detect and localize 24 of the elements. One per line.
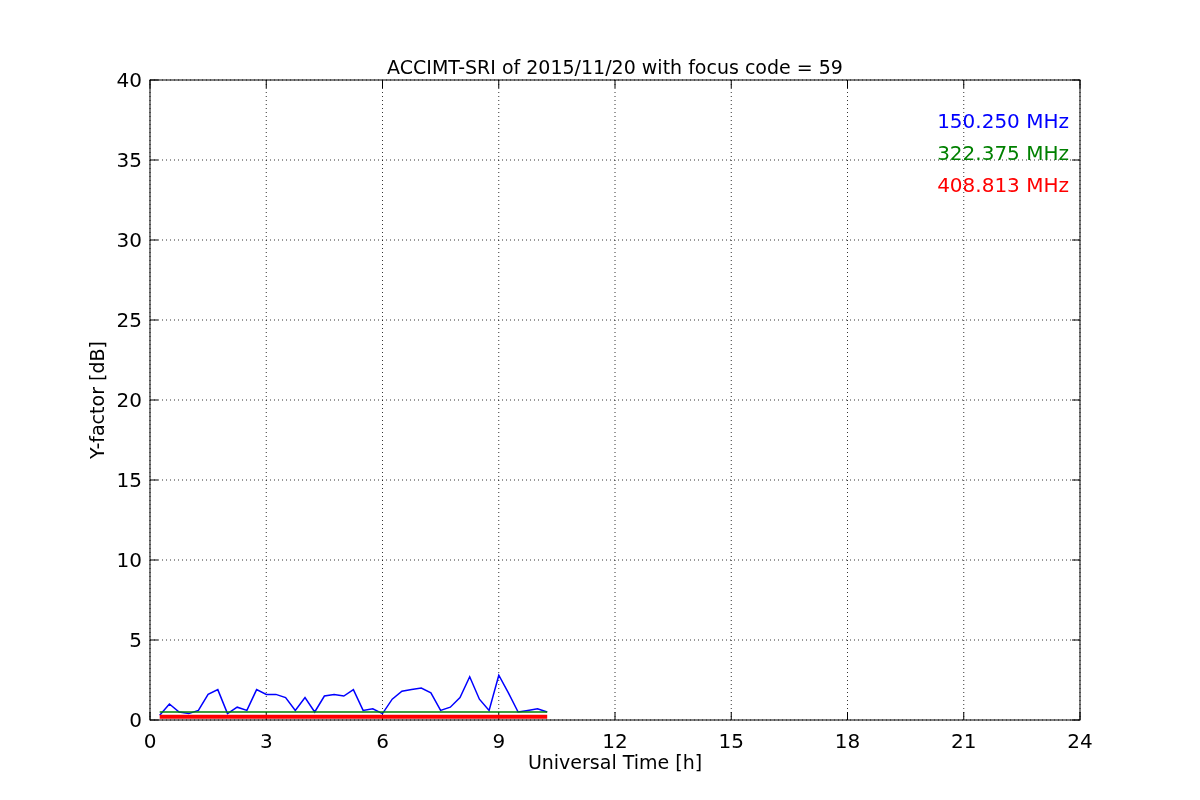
chart-title: ACCIMT-SRI of 2015/11/20 with focus code = 59 — [387, 56, 843, 78]
tick-label: 6 — [376, 729, 389, 753]
tick-label: 18 — [834, 729, 861, 753]
tick-label: 15 — [718, 729, 744, 753]
legend-label: 408.813 MHz — [937, 173, 1069, 197]
tick-label: 10 — [116, 548, 142, 572]
tick-label: 20 — [116, 388, 142, 412]
tick-label: 35 — [116, 148, 142, 172]
tick-label: 21 — [951, 729, 977, 753]
tick-label: 12 — [602, 729, 628, 753]
tick-label: 25 — [116, 308, 142, 332]
tick-label: 0 — [129, 708, 142, 732]
tick-label: 15 — [116, 468, 142, 492]
tick-label: 30 — [116, 228, 142, 252]
tick-label: 0 — [143, 729, 157, 753]
tick-label: 9 — [492, 729, 506, 753]
axis-label: Universal Time [h] — [527, 751, 703, 773]
legend-label: 322.375 MHz — [937, 141, 1069, 165]
tick-label: 24 — [1067, 729, 1093, 753]
tick-label: 3 — [259, 729, 273, 753]
legend-label: 150.250 MHz — [937, 109, 1069, 133]
tick-label: 5 — [129, 628, 142, 652]
axis-label: Y-factor [dB] — [86, 341, 108, 459]
tick-label: 40 — [116, 68, 142, 92]
